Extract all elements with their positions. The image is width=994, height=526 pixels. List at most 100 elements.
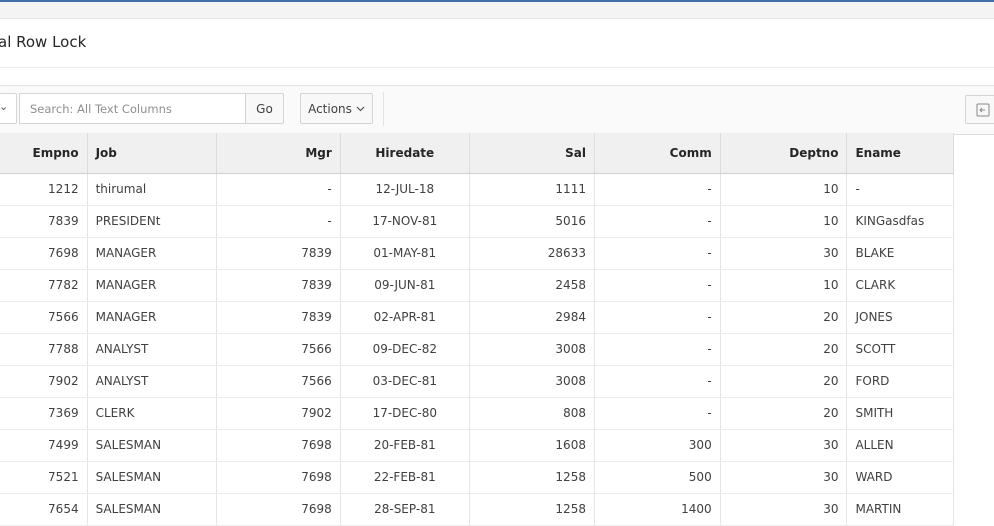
table-row: 7566 MANAGER 7839 02-APR-81 2984-20 JONES <box>0 301 954 334</box>
cell-job: SALESMAN <box>87 461 217 494</box>
cell-mgr: 7902 <box>216 397 341 430</box>
empno-link[interactable]: 7698 <box>0 237 88 270</box>
cell-ename: JONES <box>846 301 954 334</box>
table-row: 7902 ANALYST 7566 03-DEC-81 3008-20 FORD <box>0 365 954 398</box>
cell-mgr: 7839 <box>216 237 341 270</box>
empno-link[interactable]: 7499 <box>0 429 88 462</box>
column-header-job[interactable]: Job <box>87 133 217 174</box>
column-header-sal[interactable]: Sal <box>469 133 595 174</box>
empno-link[interactable]: 7566 <box>0 301 88 334</box>
column-search-select[interactable]: ⌄ <box>0 93 17 124</box>
toolbar-divider <box>383 92 384 126</box>
chevron-down-icon <box>356 106 365 111</box>
cell-job: MANAGER <box>87 237 217 270</box>
cell-job: MANAGER <box>87 269 217 302</box>
table-row: 7698 MANAGER 7839 01-MAY-81 28633-30 BLAKE <box>0 237 954 270</box>
cell-deptno: 20 <box>720 333 848 366</box>
empno-link[interactable]: 7782 <box>0 269 88 302</box>
cell-ename: ALLEN <box>846 429 954 462</box>
empno-link[interactable]: 1212 <box>0 173 88 206</box>
cell-sal: 3008 <box>469 365 595 398</box>
cell-ename: FORD <box>846 365 954 398</box>
go-button[interactable]: Go <box>245 93 284 124</box>
cell-hiredate: 03-DEC-81 <box>340 365 470 398</box>
cell-mgr: - <box>216 205 341 238</box>
cell-ename: KINGasdfas <box>846 205 954 238</box>
cell-job: SALESMAN <box>87 429 217 462</box>
cell-mgr: 7698 <box>216 493 341 526</box>
cell-deptno: 30 <box>720 493 848 526</box>
column-header-hiredate[interactable]: Hiredate <box>340 133 470 174</box>
cell-sal: 1111 <box>469 173 595 206</box>
cell-comm: - <box>594 173 721 206</box>
cell-ename: CLARK <box>846 269 954 302</box>
cell-mgr: 7698 <box>216 429 341 462</box>
cell-job: ANALYST <box>87 365 217 398</box>
cell-hiredate: 12-JUL-18 <box>340 173 470 206</box>
cell-job: MANAGER <box>87 301 217 334</box>
table-row: 7788 ANALYST 7566 09-DEC-82 3008-20 SCOTT <box>0 333 954 366</box>
table-row: 7499 SALESMAN 7698 20-FEB-81 1608 300 30 ALLEN <box>0 429 954 462</box>
cell-sal: 1258 <box>469 461 595 494</box>
cell-comm: - <box>594 301 721 334</box>
column-header-comm[interactable]: Comm <box>594 133 721 174</box>
actions-label: Actions <box>308 101 352 116</box>
empno-link[interactable]: 7902 <box>0 365 88 398</box>
cell-mgr: - <box>216 173 341 206</box>
empno-link[interactable]: 7839 <box>0 205 88 238</box>
empno-link[interactable]: 7788 <box>0 333 88 366</box>
table-body: 1212 thirumal -12-JUL-18 1111-10-7839 PRESID… <box>0 173 954 526</box>
empno-link[interactable]: 7654 <box>0 493 88 526</box>
table-row: 7782 MANAGER 7839 09-JUN-81 2458-10 CLARK <box>0 269 954 302</box>
cell-deptno: 30 <box>720 237 848 270</box>
cell-hiredate: 01-MAY-81 <box>340 237 470 270</box>
table-row: 7654 SALESMAN 7698 28-SEP-81 1258 1400 30 MARTI… <box>0 493 954 526</box>
column-header-deptno[interactable]: Deptno <box>720 133 848 174</box>
table-row: 7369 CLERK 7902 17-DEC-80 808-20 SMITH <box>0 397 954 430</box>
column-header-mgr[interactable]: Mgr <box>216 133 341 174</box>
cell-ename: - <box>846 173 954 206</box>
cell-ename: BLAKE <box>846 237 954 270</box>
cell-mgr: 7566 <box>216 365 341 398</box>
cell-hiredate: 17-DEC-80 <box>340 397 470 430</box>
cell-hiredate: 28-SEP-81 <box>340 493 470 526</box>
header-row: Empno Job Mgr Hiredate Sal Comm Deptno E… <box>0 133 954 174</box>
cell-mgr: 7839 <box>216 301 341 334</box>
table-row: 1212 thirumal -12-JUL-18 1111-10- <box>0 173 954 206</box>
column-header-ename[interactable]: Ename <box>846 133 954 174</box>
cell-deptno: 10 <box>720 173 848 206</box>
cell-deptno: 20 <box>720 301 848 334</box>
cell-hiredate: 20-FEB-81 <box>340 429 470 462</box>
cell-mgr: 7566 <box>216 333 341 366</box>
export-button[interactable] <box>965 95 994 124</box>
cell-mgr: 7839 <box>216 269 341 302</box>
title-divider <box>0 67 994 68</box>
cell-sal: 1608 <box>469 429 595 462</box>
cell-job: thirumal <box>87 173 217 206</box>
cell-comm: - <box>594 205 721 238</box>
cell-hiredate: 22-FEB-81 <box>340 461 470 494</box>
cell-deptno: 20 <box>720 365 848 398</box>
table-row: 7839 PRESIDENt -17-NOV-81 5016-10 KINGasdfas <box>0 205 954 238</box>
cell-deptno: 30 <box>720 461 848 494</box>
cell-comm: 300 <box>594 429 721 462</box>
export-icon <box>976 103 990 117</box>
cell-sal: 5016 <box>469 205 595 238</box>
region-title: al Row Lock <box>0 33 87 51</box>
empno-link[interactable]: 7521 <box>0 461 88 494</box>
cell-ename: MARTIN <box>846 493 954 526</box>
cell-deptno: 20 <box>720 397 848 430</box>
table-row: 7521 SALESMAN 7698 22-FEB-81 1258 500 30 WARD <box>0 461 954 494</box>
cell-job: PRESIDENt <box>87 205 217 238</box>
cell-hiredate: 09-DEC-82 <box>340 333 470 366</box>
cell-deptno: 10 <box>720 269 848 302</box>
search-input[interactable] <box>19 93 246 124</box>
cell-sal: 3008 <box>469 333 595 366</box>
cell-hiredate: 17-NOV-81 <box>340 205 470 238</box>
cell-job: SALESMAN <box>87 493 217 526</box>
column-header-empno[interactable]: Empno <box>0 133 88 174</box>
empno-link[interactable]: 7369 <box>0 397 88 430</box>
cell-comm: - <box>594 397 721 430</box>
actions-button[interactable]: Actions <box>300 93 373 124</box>
cell-sal: 2458 <box>469 269 595 302</box>
